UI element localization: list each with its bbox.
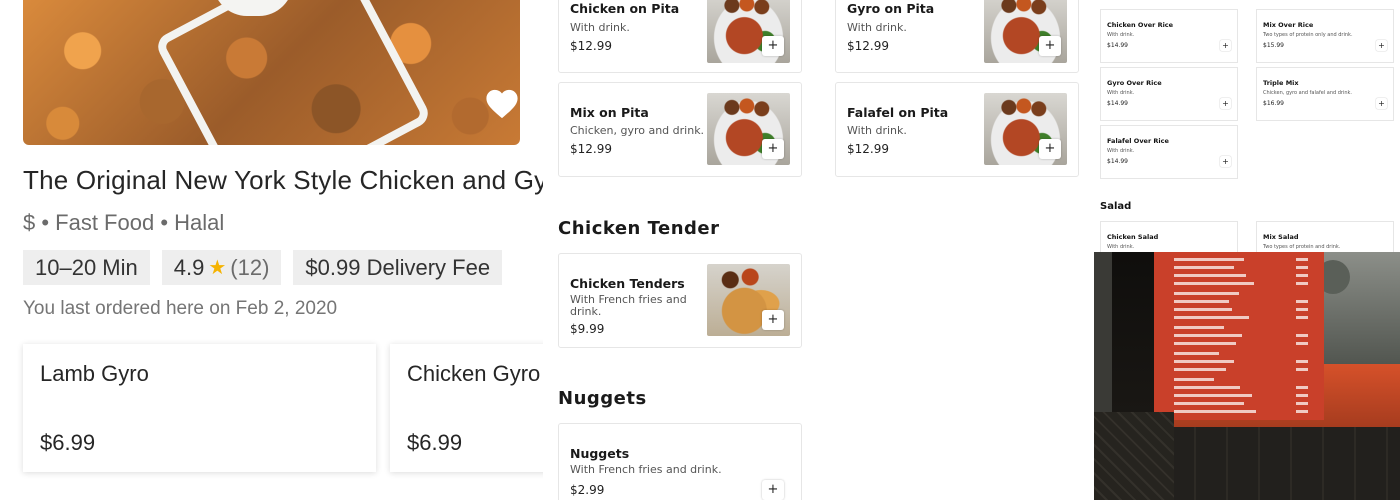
- menu-item-description: With drink.: [1107, 244, 1135, 250]
- menu-item-name: Chicken on Pita: [570, 1, 680, 16]
- menu-item-chicken-on-pita[interactable]: Chicken on Pita With drink. $12.99 +: [558, 0, 802, 73]
- menu-item-description: With drink.: [1107, 148, 1135, 154]
- section-title-nuggets: Nuggets: [558, 388, 647, 409]
- menu-item-price: $12.99: [847, 142, 889, 156]
- reorder-card-lamb-gyro[interactable]: Lamb Gyro $6.99: [23, 344, 376, 472]
- menu-item-name: Falafel on Pita: [847, 105, 949, 120]
- store-panel: The Original New York Style Chicken and …: [0, 0, 543, 500]
- menu-item-name: Mix on Pita: [570, 105, 649, 120]
- menu-item-nuggets[interactable]: Nuggets With French fries and drink. $2.…: [558, 423, 802, 500]
- menu-item-falafel-over-rice[interactable]: Falafel Over Rice With drink. $14.99 +: [1100, 125, 1238, 179]
- food-display-case: [1164, 427, 1400, 500]
- plus-icon[interactable]: +: [762, 310, 784, 330]
- rating-pill[interactable]: 4.9 ★ (12): [161, 250, 282, 285]
- menu-item-description: With drink.: [570, 21, 630, 34]
- section-title-chicken-tender: Chicken Tender: [558, 218, 720, 239]
- food-cart-photo: [1094, 252, 1400, 500]
- menu-item-name: Chicken Tenders: [570, 276, 685, 291]
- menu-board-image: [1154, 252, 1324, 420]
- menu-item-description: With French fries and drink.: [570, 463, 722, 476]
- menu-item-gyro-over-rice[interactable]: Gyro Over Rice With drink. $14.99 +: [1100, 67, 1238, 121]
- menu-item-price: $14.99: [1107, 100, 1128, 107]
- diamond-plate-shape: [1094, 412, 1174, 500]
- heart-icon[interactable]: [485, 88, 519, 120]
- plus-icon[interactable]: +: [1220, 40, 1231, 51]
- store-title: The Original New York Style Chicken and …: [23, 165, 543, 195]
- menu-item-description: With drink.: [847, 124, 907, 137]
- delivery-fee-pill: $0.99 Delivery Fee: [293, 250, 503, 285]
- menu-item-name: Falafel Over Rice: [1107, 137, 1169, 145]
- menu-item-description: With drink.: [1107, 90, 1135, 96]
- plus-icon[interactable]: +: [762, 36, 784, 56]
- menu-item-mix-over-rice[interactable]: Mix Over Rice Two types of protein only …: [1256, 9, 1394, 63]
- section-title-salad: Salad: [1100, 201, 1132, 212]
- menu-item-name: Mix Over Rice: [1263, 21, 1314, 29]
- plus-icon[interactable]: +: [1376, 40, 1387, 51]
- menu-item-price: $12.99: [570, 142, 612, 156]
- menu-item-name: Gyro Over Rice: [1107, 79, 1162, 87]
- star-icon: ★: [208, 257, 227, 279]
- rating-count: (12): [230, 254, 270, 280]
- menu-item-price: $9.99: [570, 322, 605, 336]
- rating-value: 4.9: [173, 254, 205, 280]
- menu-item-price: $14.99: [1107, 158, 1128, 165]
- reorder-item-price: $6.99: [407, 430, 463, 455]
- menu-item-falafel-on-pita[interactable]: Falafel on Pita With drink. $12.99 +: [835, 82, 1079, 177]
- menu-item-mix-on-pita[interactable]: Mix on Pita Chicken, gyro and drink. $12…: [558, 82, 802, 177]
- menu-item-description: With drink.: [847, 21, 907, 34]
- menu-item-description: Two types of protein and drink.: [1263, 244, 1341, 250]
- plus-icon[interactable]: +: [1039, 36, 1061, 56]
- menu-panel: Chicken on Pita With drink. $12.99 + Gyr…: [543, 0, 1094, 500]
- menu-item-triple-mix[interactable]: Triple Mix Chicken, gyro and falafel and…: [1256, 67, 1394, 121]
- menu-item-name: Chicken Salad: [1107, 233, 1159, 241]
- menu-item-price: $2.99: [570, 483, 605, 497]
- plus-icon[interactable]: +: [762, 480, 784, 500]
- reorder-item-name: Lamb Gyro: [40, 361, 149, 386]
- reorder-card-chicken-gyro[interactable]: Chicken Gyro $6.99: [390, 344, 543, 472]
- plus-icon[interactable]: +: [1376, 98, 1387, 109]
- menu-item-description: Chicken, gyro and falafel and drink.: [1263, 90, 1353, 96]
- delivery-time: 10–20 Min: [35, 254, 138, 280]
- menu-item-chicken-over-rice[interactable]: Chicken Over Rice With drink. $14.99 +: [1100, 9, 1238, 63]
- menu-item-gyro-on-pita[interactable]: Gyro on Pita With drink. $12.99 +: [835, 0, 1079, 73]
- menu-item-price: $12.99: [570, 39, 612, 53]
- menu-item-price: $15.99: [1263, 42, 1284, 49]
- store-meta: $ • Fast Food • Halal: [23, 210, 225, 235]
- menu-item-description: Chicken, gyro and drink.: [570, 124, 705, 137]
- plus-icon[interactable]: +: [762, 139, 784, 159]
- last-ordered-text: You last ordered here on Feb 2, 2020: [23, 298, 338, 319]
- reorder-item-name: Chicken Gyro: [407, 361, 541, 386]
- secondary-menu-panel: Chicken Over Rice With drink. $14.99 + M…: [1094, 0, 1400, 500]
- menu-item-description: With drink.: [1107, 32, 1135, 38]
- food-tray-shape: [153, 0, 433, 145]
- reorder-item-price: $6.99: [40, 430, 96, 455]
- menu-item-name: Mix Salad: [1263, 233, 1299, 241]
- menu-item-price: $12.99: [847, 39, 889, 53]
- menu-item-description: With French fries and drink.: [570, 293, 687, 318]
- plus-icon[interactable]: +: [1220, 98, 1231, 109]
- plus-icon[interactable]: +: [1220, 156, 1231, 167]
- menu-item-chicken-tenders[interactable]: Chicken Tenders With French fries and dr…: [558, 253, 802, 348]
- menu-item-name: Gyro on Pita: [847, 1, 935, 16]
- store-hero-image: [23, 0, 520, 145]
- menu-item-name: Chicken Over Rice: [1107, 21, 1174, 29]
- menu-item-price: $16.99: [1263, 100, 1284, 107]
- delivery-time-pill: 10–20 Min: [23, 250, 150, 285]
- delivery-fee: $0.99 Delivery Fee: [305, 254, 491, 280]
- menu-item-name: Nuggets: [570, 446, 630, 461]
- menu-item-description: Two types of protein only and drink.: [1263, 32, 1353, 38]
- menu-item-price: $14.99: [1107, 42, 1128, 49]
- plus-icon[interactable]: +: [1039, 139, 1061, 159]
- store-info-pills: 10–20 Min 4.9 ★ (12) $0.99 Delivery Fee: [23, 250, 503, 285]
- menu-item-name: Triple Mix: [1263, 79, 1299, 87]
